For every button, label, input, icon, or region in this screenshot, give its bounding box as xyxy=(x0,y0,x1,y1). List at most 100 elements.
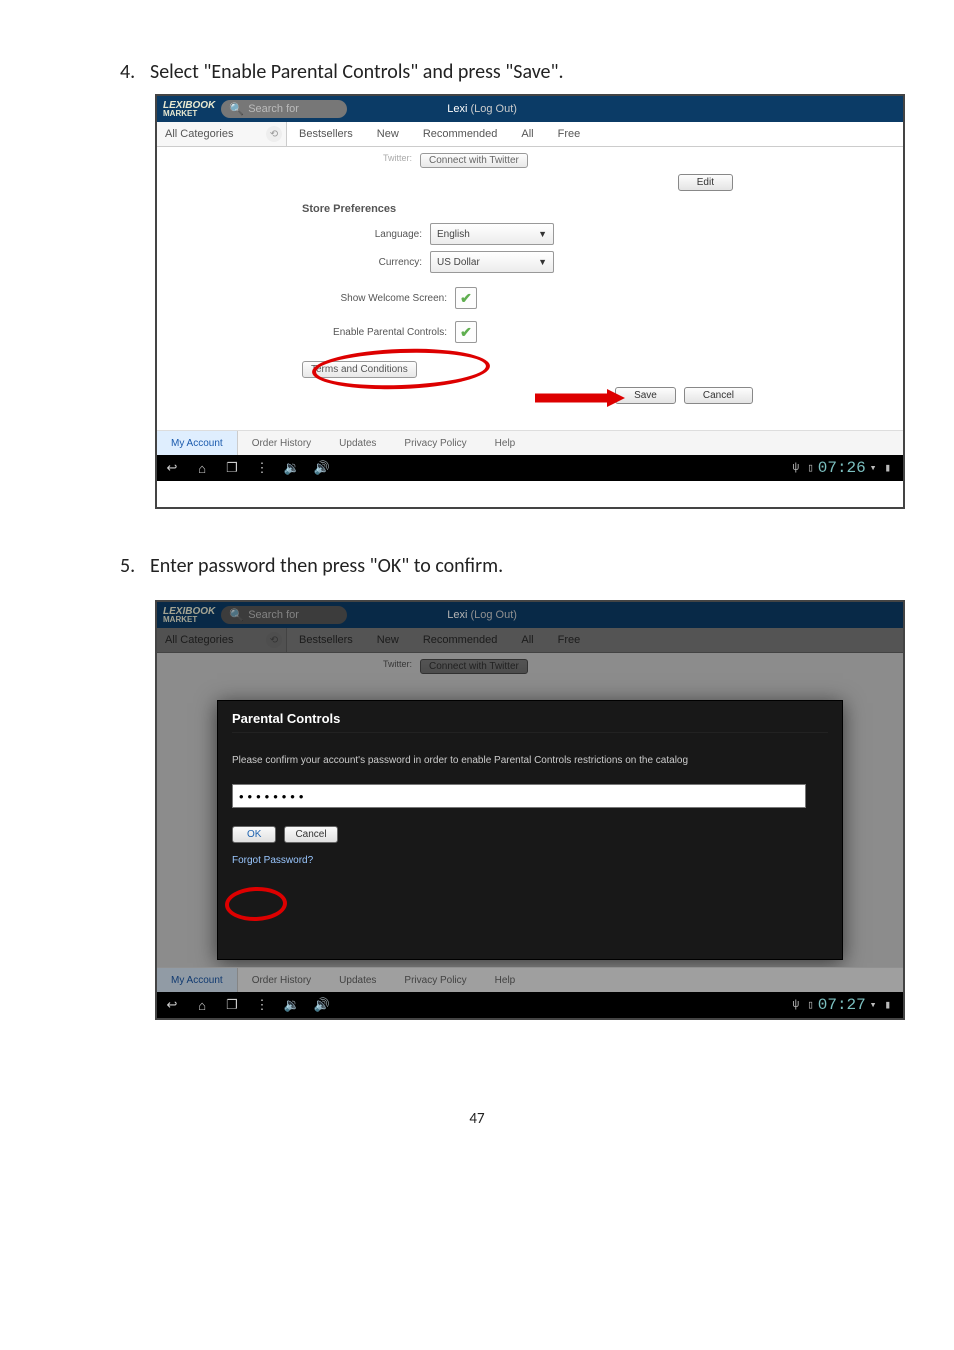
logo-sub: MARKET xyxy=(163,616,215,623)
screenshot-1: LEXIBOOK MARKET 🔍 Search for Lexi (Log O… xyxy=(155,94,905,509)
all-categories-dropdown[interactable]: All Categories ⟲ xyxy=(157,122,287,146)
recent-icon[interactable]: ❐ xyxy=(217,460,247,476)
search-input[interactable]: 🔍 Search for xyxy=(221,606,347,624)
search-placeholder: Search for xyxy=(248,609,299,621)
step-4-num: 4. xyxy=(120,60,150,84)
search-input[interactable]: 🔍 Search for xyxy=(221,100,347,118)
usb-icon: ψ xyxy=(793,999,800,1011)
wifi-icon: ▾ xyxy=(870,998,877,1012)
screenshot-2: LEXIBOOK MARKET 🔍 Search for Lexi (Log O… xyxy=(155,600,905,1020)
language-value: English xyxy=(437,229,470,240)
sd-icon: ▯ xyxy=(807,461,814,475)
parental-checkbox[interactable]: ✔ xyxy=(455,321,477,343)
home-icon[interactable]: ⌂ xyxy=(187,461,217,476)
cancel-button[interactable]: Cancel xyxy=(684,387,753,404)
volume-down-icon[interactable]: 🔉 xyxy=(277,997,307,1013)
step-5: 5. Enter password then press "OK" to con… xyxy=(120,554,894,578)
user-info[interactable]: Lexi (Log Out) xyxy=(447,609,517,621)
currency-value: US Dollar xyxy=(437,257,480,268)
user-info[interactable]: Lexi (Log Out) xyxy=(447,103,517,115)
menu-icon[interactable]: ⋮ xyxy=(247,460,277,476)
bottom-tabs: My Account Order History Updates Privacy… xyxy=(157,430,903,455)
volume-down-icon[interactable]: 🔉 xyxy=(277,460,307,476)
tab-new[interactable]: New xyxy=(365,122,411,146)
step-4-text: Select "Enable Parental Controls" and pr… xyxy=(150,60,564,84)
store-preferences: Store Preferences Language: English ▼ Cu… xyxy=(157,195,903,378)
clock-time: 07:27 xyxy=(818,996,866,1014)
category-bar: All Categories ⟲ Bestsellers New Recomme… xyxy=(157,122,903,147)
tab-my-account[interactable]: My Account xyxy=(157,431,238,455)
all-categories-label: All Categories xyxy=(165,128,233,140)
volume-up-icon[interactable]: 🔊 xyxy=(307,997,337,1013)
volume-up-icon[interactable]: 🔊 xyxy=(307,460,337,476)
back-icon[interactable]: ↩ xyxy=(157,997,187,1013)
system-nav-bar: ↩ ⌂ ❐ ⋮ 🔉 🔊 ψ ▯ 07:26 ▾ ▮ xyxy=(157,455,903,481)
search-icon: 🔍 xyxy=(229,102,244,116)
language-dropdown[interactable]: English ▼ xyxy=(430,223,554,245)
battery-icon: ▮ xyxy=(884,461,891,475)
top-bar: LEXIBOOK MARKET 🔍 Search for Lexi (Log O… xyxy=(157,602,903,628)
currency-dropdown[interactable]: US Dollar ▼ xyxy=(430,251,554,273)
top-bar: LEXIBOOK MARKET 🔍 Search for Lexi (Log O… xyxy=(157,96,903,122)
logo: LEXIBOOK MARKET xyxy=(157,607,221,623)
tab-order-history[interactable]: Order History xyxy=(238,968,325,992)
step-4: 4. Select "Enable Parental Controls" and… xyxy=(120,60,894,84)
tab-updates[interactable]: Updates xyxy=(325,968,390,992)
tab-help[interactable]: Help xyxy=(481,968,530,992)
password-input[interactable]: •••••••• xyxy=(232,784,806,808)
step-5-text: Enter password then press "OK" to confir… xyxy=(150,554,503,578)
save-button[interactable]: Save xyxy=(615,387,676,404)
clock-time: 07:26 xyxy=(818,459,866,477)
logo: LEXIBOOK MARKET xyxy=(157,101,221,117)
modal-title: Parental Controls xyxy=(232,711,828,733)
language-label: Language: xyxy=(302,229,430,240)
recent-icon[interactable]: ❐ xyxy=(217,997,247,1013)
password-mask: •••••••• xyxy=(239,789,307,804)
chevron-down-icon: ▼ xyxy=(538,229,547,239)
tab-privacy[interactable]: Privacy Policy xyxy=(390,968,480,992)
parental-modal: Parental Controls Please confirm your ac… xyxy=(217,700,843,960)
forgot-password-link[interactable]: Forgot Password? xyxy=(232,855,828,866)
connect-twitter-button[interactable]: Connect with Twitter xyxy=(420,153,528,168)
modal-cancel-button[interactable]: Cancel xyxy=(284,826,337,843)
wifi-icon: ▾ xyxy=(870,461,877,475)
logout-link: (Log Out) xyxy=(470,609,516,621)
step-5-num: 5. xyxy=(120,554,150,578)
usb-icon: ψ xyxy=(793,462,800,474)
bottom-tabs: My Account Order History Updates Privacy… xyxy=(157,967,903,992)
menu-icon[interactable]: ⋮ xyxy=(247,997,277,1013)
tab-bestsellers[interactable]: Bestsellers xyxy=(287,122,365,146)
search-icon: 🔍 xyxy=(229,608,244,622)
page-number: 47 xyxy=(60,1110,894,1158)
tab-privacy[interactable]: Privacy Policy xyxy=(390,431,480,455)
ok-button[interactable]: OK xyxy=(232,826,276,843)
welcome-checkbox[interactable]: ✔ xyxy=(455,287,477,309)
tab-help[interactable]: Help xyxy=(481,431,530,455)
logout-link: (Log Out) xyxy=(470,103,516,115)
parental-label: Enable Parental Controls: xyxy=(302,327,455,338)
search-placeholder: Search for xyxy=(248,103,299,115)
user-name: Lexi xyxy=(447,609,467,621)
user-name: Lexi xyxy=(447,103,467,115)
back-icon[interactable]: ↩ xyxy=(157,460,187,476)
home-icon[interactable]: ⌂ xyxy=(187,998,217,1013)
tab-recommended[interactable]: Recommended xyxy=(411,122,510,146)
modal-text: Please confirm your account's password i… xyxy=(232,755,828,766)
tab-all[interactable]: All xyxy=(509,122,545,146)
tab-free[interactable]: Free xyxy=(546,122,593,146)
currency-label: Currency: xyxy=(302,257,430,268)
tab-my-account[interactable]: My Account xyxy=(157,968,238,992)
sd-icon: ▯ xyxy=(807,998,814,1012)
edit-button[interactable]: Edit xyxy=(678,174,733,191)
tab-updates[interactable]: Updates xyxy=(325,431,390,455)
twitter-row: Twitter: Connect with Twitter xyxy=(157,147,903,169)
twitter-label: Twitter: xyxy=(157,153,420,163)
chevron-down-icon: ▼ xyxy=(538,257,547,267)
battery-icon: ▮ xyxy=(884,998,891,1012)
welcome-label: Show Welcome Screen: xyxy=(302,293,455,304)
reload-icon[interactable]: ⟲ xyxy=(266,126,282,142)
tab-order-history[interactable]: Order History xyxy=(238,431,325,455)
edit-row: Edit xyxy=(157,169,903,195)
logo-sub: MARKET xyxy=(163,110,215,117)
prefs-title: Store Preferences xyxy=(302,203,903,215)
